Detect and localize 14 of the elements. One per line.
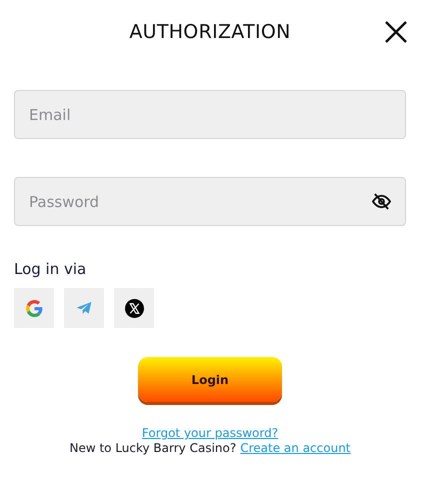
google-icon (26, 300, 42, 316)
login-button[interactable]: Login (138, 357, 282, 402)
signup-prompt: New to Lucky Barry Casino? (69, 441, 236, 455)
login-via-label: Log in via (14, 260, 88, 278)
social-login-button[interactable] (114, 288, 154, 328)
x-logo-icon (124, 298, 144, 318)
forgot-password-link[interactable]: Forgot your password? (142, 426, 278, 440)
email-field[interactable]: Email (14, 90, 406, 139)
password-field[interactable]: Password (14, 177, 406, 226)
close-icon (385, 21, 407, 43)
dialog-title: AUTHORIZATION (129, 21, 291, 43)
eye-slash-icon (372, 192, 390, 210)
paper-plane-icon (76, 301, 92, 315)
create-account-link[interactable]: Create an account (240, 441, 351, 455)
